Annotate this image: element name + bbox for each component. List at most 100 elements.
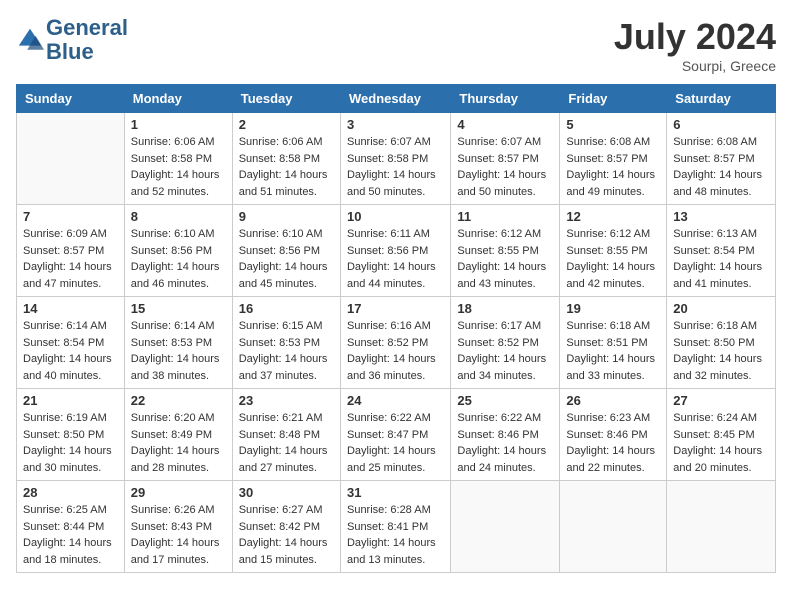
- calendar-cell: 23Sunrise: 6:21 AM Sunset: 8:48 PM Dayli…: [232, 389, 340, 481]
- day-number: 31: [347, 485, 444, 500]
- day-info: Sunrise: 6:19 AM Sunset: 8:50 PM Dayligh…: [23, 410, 118, 476]
- day-info: Sunrise: 6:25 AM Sunset: 8:44 PM Dayligh…: [23, 502, 118, 568]
- day-info: Sunrise: 6:13 AM Sunset: 8:54 PM Dayligh…: [673, 226, 769, 292]
- calendar-cell: 18 Sunrise: 6:17 AM Sunset: 8:52 PM Dayli…: [451, 297, 560, 389]
- calendar-cell: 3 Sunrise: 6:07 AM Sunset: 8:58 PM Daylig…: [340, 113, 450, 205]
- calendar-cell: 17 Sunrise: 6:16 AM Sunset: 8:52 PM Dayli…: [340, 297, 450, 389]
- day-info: Sunrise: 6:10 AM Sunset: 8:56 PM Dayligh…: [239, 226, 334, 292]
- calendar-cell: 12 Sunrise: 6:12 AM Sunset: 8:55 PM Dayli…: [560, 205, 667, 297]
- day-info: Sunrise: 6:28 AM Sunset: 8:41 PM Dayligh…: [347, 502, 444, 568]
- day-number: 19: [566, 301, 660, 316]
- day-number: 9: [239, 209, 334, 224]
- logo-icon: [16, 26, 44, 54]
- day-info: Sunrise: 6:11 AM Sunset: 8:56 PM Dayligh…: [347, 226, 444, 292]
- day-number: 25: [457, 393, 553, 408]
- day-number: 24: [347, 393, 444, 408]
- calendar-cell: 15 Sunrise: 6:14 AM Sunset: 8:53 PM Dayli…: [124, 297, 232, 389]
- day-number: 13: [673, 209, 769, 224]
- week-row-1: 1 Sunrise: 6:06 AM Sunset: 8:58 PM Daylig…: [17, 113, 776, 205]
- logo: General Blue: [16, 16, 128, 64]
- calendar-cell: 26Sunrise: 6:23 AM Sunset: 8:46 PM Dayli…: [560, 389, 667, 481]
- calendar-cell: 6 Sunrise: 6:08 AM Sunset: 8:57 PM Daylig…: [667, 113, 776, 205]
- day-info: Sunrise: 6:12 AM Sunset: 8:55 PM Dayligh…: [457, 226, 553, 292]
- weekday-header-tuesday: Tuesday: [232, 85, 340, 113]
- location: Sourpi, Greece: [614, 58, 776, 74]
- day-number: 1: [131, 117, 226, 132]
- weekday-header-wednesday: Wednesday: [340, 85, 450, 113]
- day-info: Sunrise: 6:06 AM Sunset: 8:58 PM Dayligh…: [131, 134, 226, 200]
- day-info: Sunrise: 6:10 AM Sunset: 8:56 PM Dayligh…: [131, 226, 226, 292]
- title-block: July 2024 Sourpi, Greece: [614, 16, 776, 74]
- day-number: 21: [23, 393, 118, 408]
- page-header: General Blue July 2024 Sourpi, Greece: [16, 16, 776, 74]
- day-info: Sunrise: 6:21 AM Sunset: 8:48 PM Dayligh…: [239, 410, 334, 476]
- day-number: 12: [566, 209, 660, 224]
- day-info: Sunrise: 6:22 AM Sunset: 8:46 PM Dayligh…: [457, 410, 553, 476]
- day-number: 10: [347, 209, 444, 224]
- day-info: Sunrise: 6:08 AM Sunset: 8:57 PM Dayligh…: [566, 134, 660, 200]
- day-info: Sunrise: 6:12 AM Sunset: 8:55 PM Dayligh…: [566, 226, 660, 292]
- calendar-cell: 30 Sunrise: 6:27 AM Sunset: 8:42 PM Dayli…: [232, 481, 340, 573]
- weekday-header-sunday: Sunday: [17, 85, 125, 113]
- calendar-cell: 22Sunrise: 6:20 AM Sunset: 8:49 PM Dayli…: [124, 389, 232, 481]
- day-number: 4: [457, 117, 553, 132]
- day-info: Sunrise: 6:27 AM Sunset: 8:42 PM Dayligh…: [239, 502, 334, 568]
- day-info: Sunrise: 6:17 AM Sunset: 8:52 PM Dayligh…: [457, 318, 553, 384]
- weekday-header-thursday: Thursday: [451, 85, 560, 113]
- calendar-cell: [17, 113, 125, 205]
- day-info: Sunrise: 6:14 AM Sunset: 8:53 PM Dayligh…: [131, 318, 226, 384]
- day-info: Sunrise: 6:20 AM Sunset: 8:49 PM Dayligh…: [131, 410, 226, 476]
- week-row-2: 7Sunrise: 6:09 AM Sunset: 8:57 PM Daylig…: [17, 205, 776, 297]
- day-info: Sunrise: 6:08 AM Sunset: 8:57 PM Dayligh…: [673, 134, 769, 200]
- day-info: Sunrise: 6:06 AM Sunset: 8:58 PM Dayligh…: [239, 134, 334, 200]
- week-row-3: 14 Sunrise: 6:14 AM Sunset: 8:54 PM Dayli…: [17, 297, 776, 389]
- calendar-cell: 9 Sunrise: 6:10 AM Sunset: 8:56 PM Daylig…: [232, 205, 340, 297]
- calendar-cell: 4 Sunrise: 6:07 AM Sunset: 8:57 PM Daylig…: [451, 113, 560, 205]
- calendar-cell: 7Sunrise: 6:09 AM Sunset: 8:57 PM Daylig…: [17, 205, 125, 297]
- day-number: 14: [23, 301, 118, 316]
- day-number: 30: [239, 485, 334, 500]
- calendar-cell: 8 Sunrise: 6:10 AM Sunset: 8:56 PM Daylig…: [124, 205, 232, 297]
- day-info: Sunrise: 6:07 AM Sunset: 8:57 PM Dayligh…: [457, 134, 553, 200]
- day-number: 27: [673, 393, 769, 408]
- day-number: 28: [23, 485, 118, 500]
- weekday-header-row: SundayMondayTuesdayWednesdayThursdayFrid…: [17, 85, 776, 113]
- calendar-cell: 31 Sunrise: 6:28 AM Sunset: 8:41 PM Dayli…: [340, 481, 450, 573]
- day-info: Sunrise: 6:26 AM Sunset: 8:43 PM Dayligh…: [131, 502, 226, 568]
- day-number: 16: [239, 301, 334, 316]
- day-number: 3: [347, 117, 444, 132]
- day-number: 18: [457, 301, 553, 316]
- day-info: Sunrise: 6:09 AM Sunset: 8:57 PM Dayligh…: [23, 226, 118, 292]
- logo-text-line2: Blue: [46, 40, 128, 64]
- day-info: Sunrise: 6:16 AM Sunset: 8:52 PM Dayligh…: [347, 318, 444, 384]
- calendar-cell: 28 Sunrise: 6:25 AM Sunset: 8:44 PM Dayli…: [17, 481, 125, 573]
- calendar-cell: 29 Sunrise: 6:26 AM Sunset: 8:43 PM Dayli…: [124, 481, 232, 573]
- day-info: Sunrise: 6:14 AM Sunset: 8:54 PM Dayligh…: [23, 318, 118, 384]
- logo-text-line1: General: [46, 16, 128, 40]
- day-number: 29: [131, 485, 226, 500]
- calendar-cell: 10 Sunrise: 6:11 AM Sunset: 8:56 PM Dayli…: [340, 205, 450, 297]
- day-number: 17: [347, 301, 444, 316]
- day-number: 20: [673, 301, 769, 316]
- day-info: Sunrise: 6:18 AM Sunset: 8:50 PM Dayligh…: [673, 318, 769, 384]
- day-number: 5: [566, 117, 660, 132]
- calendar-cell: 1 Sunrise: 6:06 AM Sunset: 8:58 PM Daylig…: [124, 113, 232, 205]
- day-number: 15: [131, 301, 226, 316]
- calendar-table: SundayMondayTuesdayWednesdayThursdayFrid…: [16, 84, 776, 573]
- calendar-cell: 13 Sunrise: 6:13 AM Sunset: 8:54 PM Dayli…: [667, 205, 776, 297]
- calendar-cell: 25 Sunrise: 6:22 AM Sunset: 8:46 PM Dayli…: [451, 389, 560, 481]
- day-info: Sunrise: 6:07 AM Sunset: 8:58 PM Dayligh…: [347, 134, 444, 200]
- week-row-4: 21 Sunrise: 6:19 AM Sunset: 8:50 PM Dayli…: [17, 389, 776, 481]
- day-info: Sunrise: 6:18 AM Sunset: 8:51 PM Dayligh…: [566, 318, 660, 384]
- day-info: Sunrise: 6:23 AM Sunset: 8:46 PM Dayligh…: [566, 410, 660, 476]
- day-info: Sunrise: 6:22 AM Sunset: 8:47 PM Dayligh…: [347, 410, 444, 476]
- calendar-cell: 19 Sunrise: 6:18 AM Sunset: 8:51 PM Dayli…: [560, 297, 667, 389]
- calendar-cell: 16 Sunrise: 6:15 AM Sunset: 8:53 PM Dayli…: [232, 297, 340, 389]
- day-info: Sunrise: 6:24 AM Sunset: 8:45 PM Dayligh…: [673, 410, 769, 476]
- weekday-header-saturday: Saturday: [667, 85, 776, 113]
- day-info: Sunrise: 6:15 AM Sunset: 8:53 PM Dayligh…: [239, 318, 334, 384]
- calendar-cell: 27 Sunrise: 6:24 AM Sunset: 8:45 PM Dayli…: [667, 389, 776, 481]
- calendar-cell: [667, 481, 776, 573]
- day-number: 8: [131, 209, 226, 224]
- day-number: 6: [673, 117, 769, 132]
